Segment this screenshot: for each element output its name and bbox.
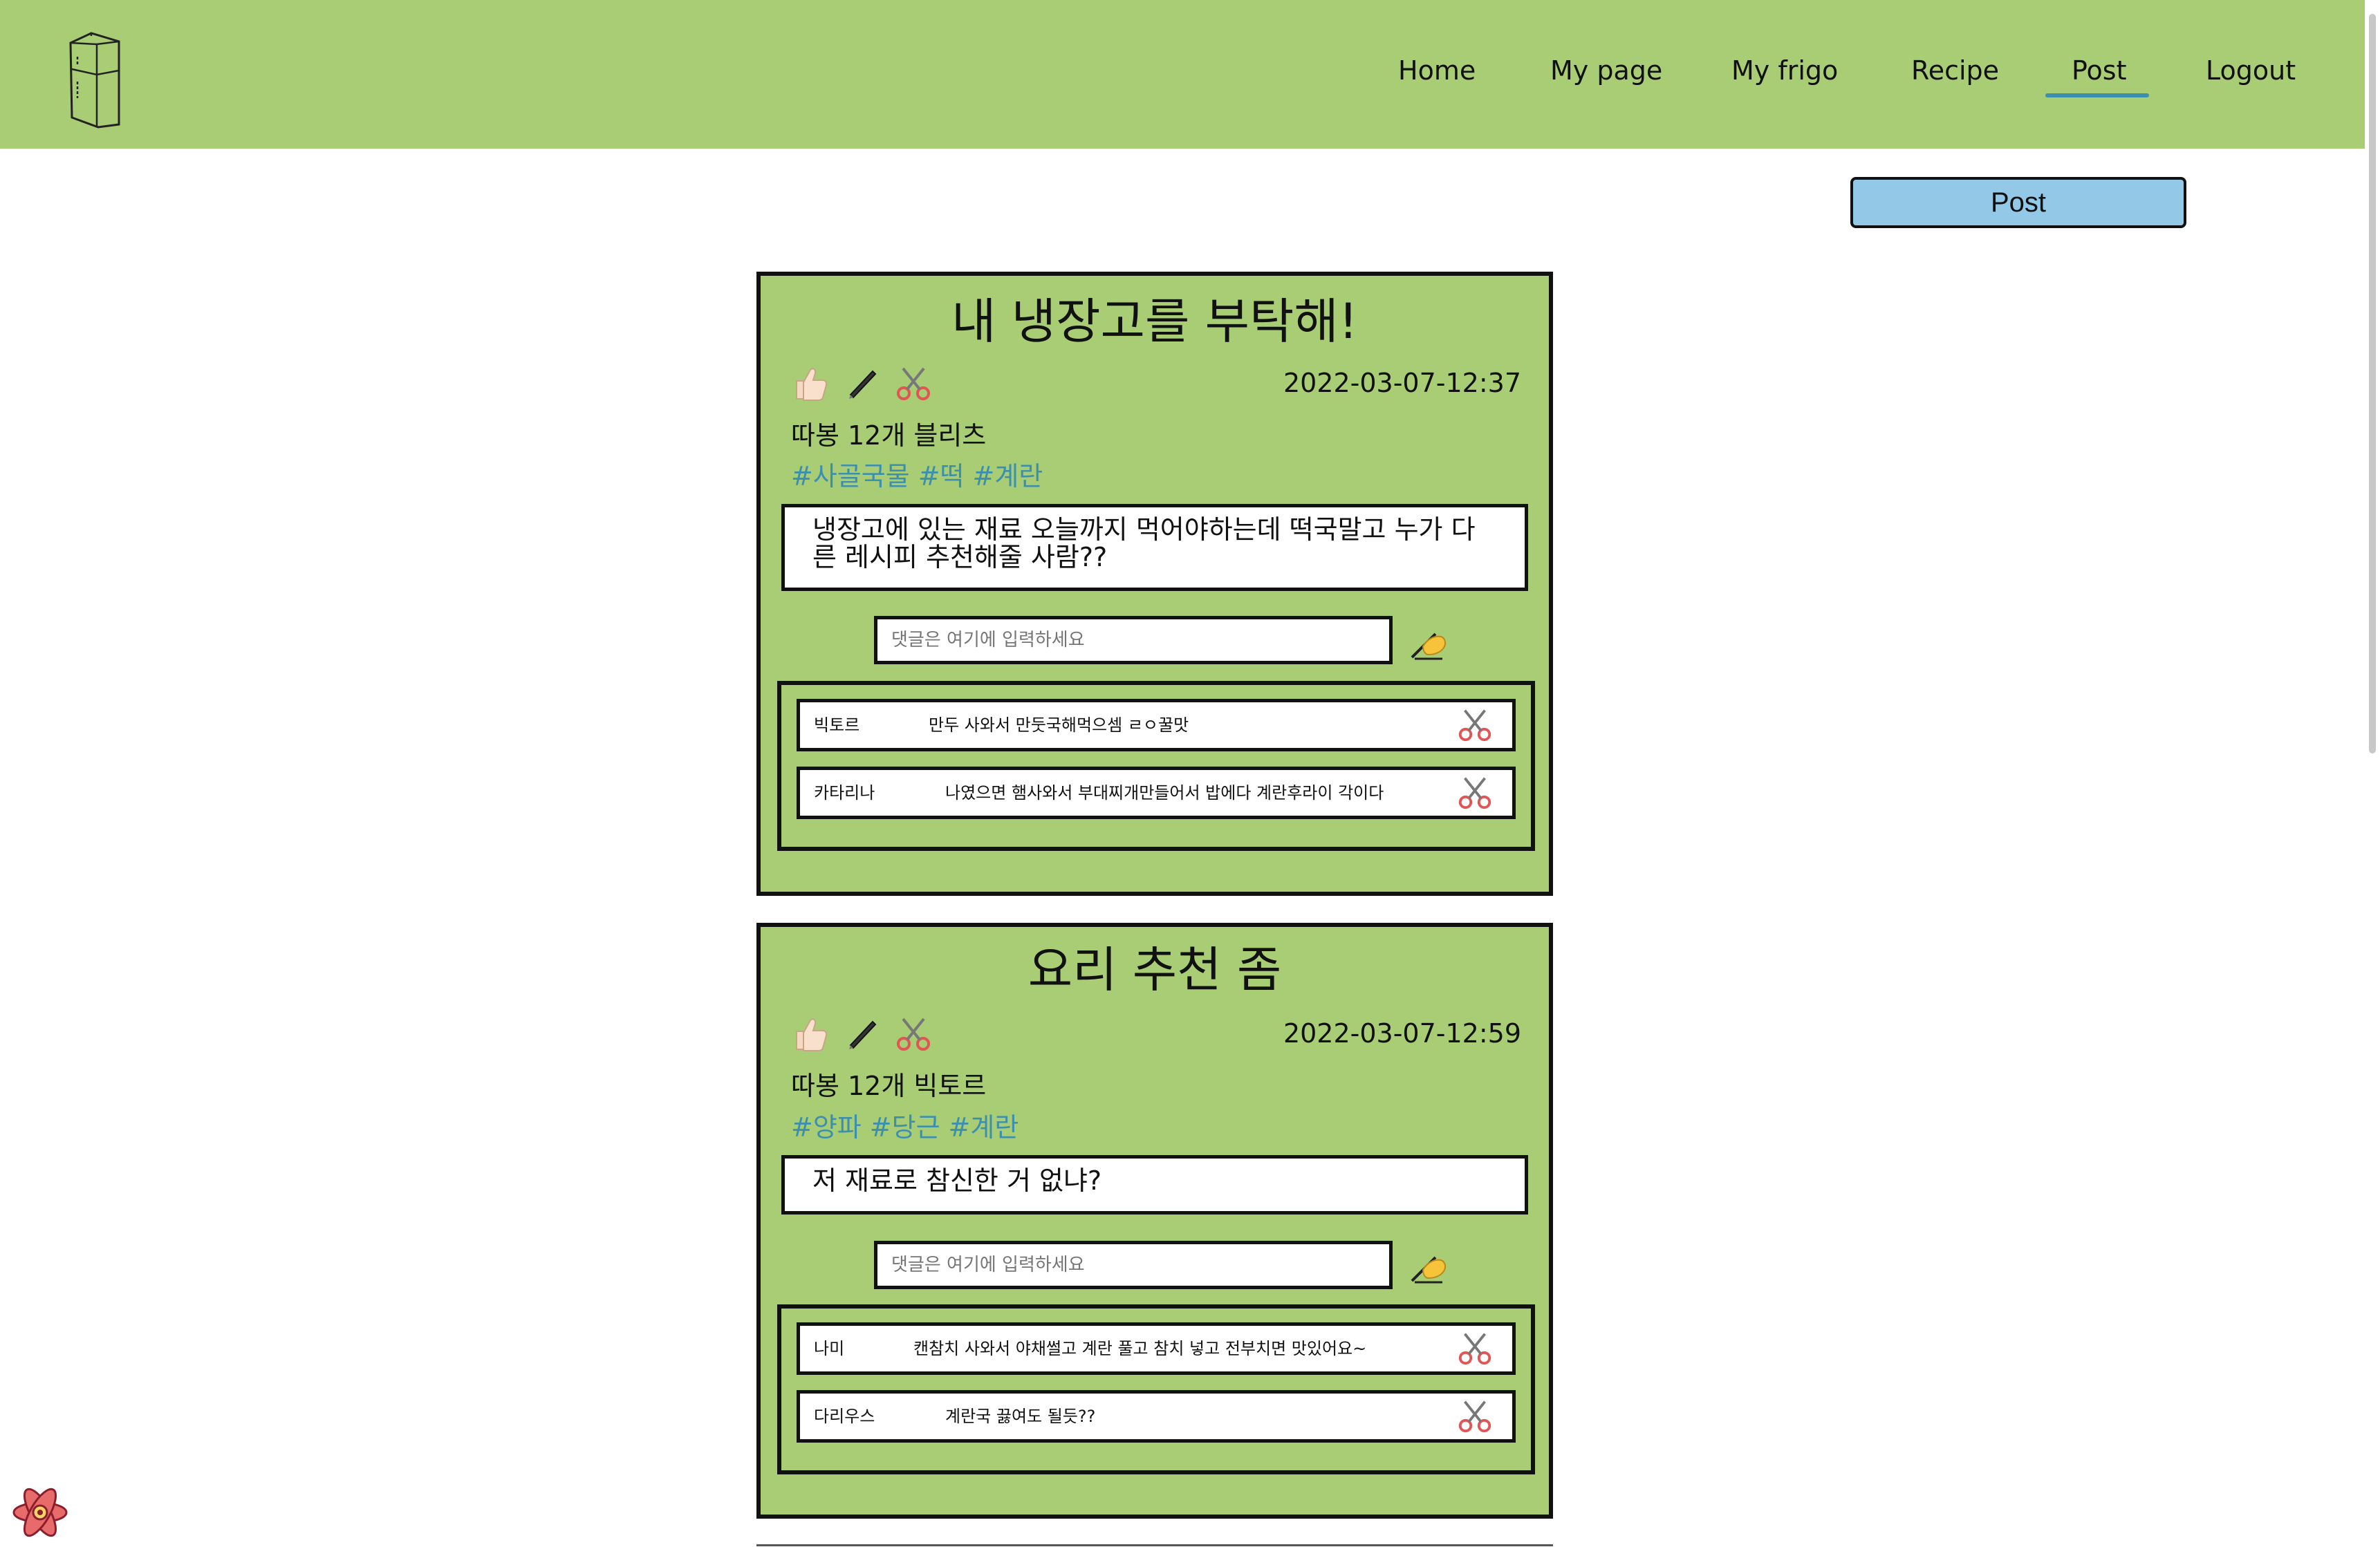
comment-item: 다리우스 계란국 끓여도 될듯?? — [797, 1390, 1516, 1443]
post-card: 내 냉장고를 부탁해! 2022-03-07-12:37 따봉 12개 블리츠 … — [756, 272, 1553, 896]
comment-input[interactable] — [874, 1241, 1393, 1289]
nav-post[interactable]: Post — [2072, 54, 2127, 87]
comment-input[interactable] — [874, 616, 1393, 664]
post-date: 2022-03-07-12:59 — [1283, 1018, 1521, 1049]
nav-logout[interactable]: Logout — [2206, 54, 2296, 87]
comment-author: 다리우스 — [814, 1407, 875, 1426]
writing-hand-submit-icon[interactable] — [1408, 1242, 1451, 1285]
tag-link[interactable]: #당근 — [870, 1112, 940, 1143]
thumbs-up-icon[interactable] — [791, 1013, 831, 1053]
react-devtools-icon[interactable] — [11, 1483, 69, 1541]
tag-link[interactable]: #계란 — [949, 1112, 1019, 1143]
post-date: 2022-03-07-12:37 — [1283, 368, 1521, 398]
comment-author: 빅토르 — [814, 715, 860, 735]
nav-my-frigo[interactable]: My frigo — [1731, 54, 1838, 87]
comments-list: 나미 캔참치 사와서 야채썰고 계란 풀고 참치 넣고 전부치면 맛있어요~ 다… — [777, 1304, 1535, 1474]
comment-author: 나미 — [814, 1339, 845, 1358]
nav-active-indicator — [2045, 93, 2149, 97]
pen-edit-icon[interactable] — [842, 363, 882, 403]
scrollbar-thumb[interactable] — [2369, 14, 2376, 753]
post-likes-author: 따봉 12개 빅토르 — [791, 1071, 987, 1101]
post-body: 저 재료로 참신한 거 없냐? — [781, 1155, 1528, 1215]
post-tags: #양파 #당근 #계란 — [791, 1111, 1027, 1144]
comment-item: 카타리나 나였으면 햄사와서 부대찌개만들어서 밥에다 계란후라이 각이다 — [797, 767, 1516, 819]
nav-my-page[interactable]: My page — [1550, 54, 1662, 87]
nav-recipe[interactable]: Recipe — [1911, 54, 1999, 87]
post-likes-author: 따봉 12개 블리츠 — [791, 420, 987, 451]
post-actions — [791, 1013, 933, 1054]
comment-text: 나였으면 햄사와서 부대찌개만들어서 밥에다 계란후라이 각이다 — [945, 783, 1384, 803]
scissors-delete-icon[interactable] — [1456, 773, 1494, 812]
nav-home[interactable]: Home — [1398, 54, 1476, 87]
tag-link[interactable]: #양파 — [791, 1112, 862, 1143]
top-navbar: Home My page My frigo Recipe Post Logout — [0, 0, 2365, 149]
new-post-button[interactable]: Post — [1850, 177, 2186, 228]
next-post-edge — [756, 1544, 1553, 1546]
comment-text: 캔참치 사와서 야채썰고 계란 풀고 참치 넣고 전부치면 맛있어요~ — [913, 1339, 1367, 1358]
tag-link[interactable]: #사골국물 — [791, 461, 910, 491]
scissors-delete-icon[interactable] — [893, 363, 933, 403]
thumbs-up-icon[interactable] — [791, 363, 831, 403]
pen-edit-icon[interactable] — [842, 1013, 882, 1053]
comment-text: 계란국 끓여도 될듯?? — [945, 1407, 1096, 1426]
tag-link[interactable]: #계란 — [973, 461, 1043, 491]
scissors-delete-icon[interactable] — [1456, 1396, 1494, 1435]
post-body: 냉장고에 있는 재료 오늘까지 먹어야하는데 떡국말고 누가 다른 레시피 추천… — [781, 504, 1528, 591]
comment-author: 카타리나 — [814, 783, 875, 803]
post-tags: #사골국물 #떡 #계란 — [791, 460, 1051, 493]
post-actions — [791, 362, 933, 404]
scissors-delete-icon[interactable] — [893, 1013, 933, 1053]
scissors-delete-icon[interactable] — [1456, 1329, 1494, 1367]
tag-link[interactable]: #떡 — [918, 461, 965, 491]
post-title: 내 냉장고를 부탁해! — [951, 293, 1358, 350]
fridge-logo-icon[interactable] — [64, 29, 126, 129]
comment-text: 만두 사와서 만둣국해먹으셈 ㄹㅇ꿀맛 — [929, 715, 1189, 735]
comment-item: 빅토르 만두 사와서 만둣국해먹으셈 ㄹㅇ꿀맛 — [797, 699, 1516, 751]
post-title: 요리 추천 좀 — [1028, 941, 1282, 998]
comments-list: 빅토르 만두 사와서 만둣국해먹으셈 ㄹㅇ꿀맛 카타리나 나였으면 햄사와서 부… — [777, 681, 1535, 851]
writing-hand-submit-icon[interactable] — [1408, 619, 1451, 662]
scissors-delete-icon[interactable] — [1456, 705, 1494, 744]
post-card: 요리 추천 좀 2022-03-07-12:59 따봉 12개 빅토르 #양파 #… — [756, 923, 1553, 1519]
comment-item: 나미 캔참치 사와서 야채썰고 계란 풀고 참치 넣고 전부치면 맛있어요~ — [797, 1322, 1516, 1375]
